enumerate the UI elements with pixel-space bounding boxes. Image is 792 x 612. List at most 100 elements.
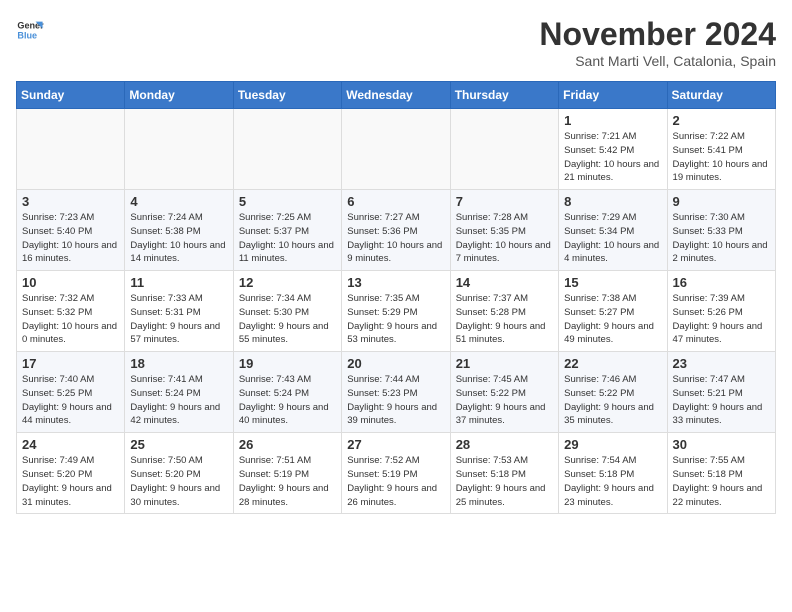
day-number: 7	[456, 194, 553, 209]
calendar-cell: 1 Sunrise: 7:21 AM Sunset: 5:42 PM Daylig…	[559, 109, 667, 190]
week-row-1: 1 Sunrise: 7:21 AM Sunset: 5:42 PM Daylig…	[17, 109, 776, 190]
calendar-cell: 11 Sunrise: 7:33 AM Sunset: 5:31 PM Dayli…	[125, 271, 233, 352]
day-info: Sunrise: 7:43 AM Sunset: 5:24 PM Dayligh…	[239, 373, 336, 428]
calendar-cell	[125, 109, 233, 190]
day-number: 17	[22, 356, 119, 371]
calendar-cell	[17, 109, 125, 190]
day-info: Sunrise: 7:50 AM Sunset: 5:20 PM Dayligh…	[130, 454, 227, 509]
calendar-cell: 6 Sunrise: 7:27 AM Sunset: 5:36 PM Daylig…	[342, 190, 450, 271]
svg-text:Blue: Blue	[17, 30, 37, 40]
calendar-cell: 15 Sunrise: 7:38 AM Sunset: 5:27 PM Dayli…	[559, 271, 667, 352]
day-number: 12	[239, 275, 336, 290]
day-number: 15	[564, 275, 661, 290]
col-thursday: Thursday	[450, 82, 558, 109]
col-tuesday: Tuesday	[233, 82, 341, 109]
day-number: 2	[673, 113, 770, 128]
day-info: Sunrise: 7:24 AM Sunset: 5:38 PM Dayligh…	[130, 211, 227, 266]
calendar-cell: 4 Sunrise: 7:24 AM Sunset: 5:38 PM Daylig…	[125, 190, 233, 271]
day-info: Sunrise: 7:25 AM Sunset: 5:37 PM Dayligh…	[239, 211, 336, 266]
day-number: 4	[130, 194, 227, 209]
day-info: Sunrise: 7:23 AM Sunset: 5:40 PM Dayligh…	[22, 211, 119, 266]
day-info: Sunrise: 7:29 AM Sunset: 5:34 PM Dayligh…	[564, 211, 661, 266]
day-info: Sunrise: 7:49 AM Sunset: 5:20 PM Dayligh…	[22, 454, 119, 509]
day-number: 11	[130, 275, 227, 290]
day-number: 30	[673, 437, 770, 452]
calendar-cell: 27 Sunrise: 7:52 AM Sunset: 5:19 PM Dayli…	[342, 433, 450, 514]
day-number: 22	[564, 356, 661, 371]
calendar-cell: 20 Sunrise: 7:44 AM Sunset: 5:23 PM Dayli…	[342, 352, 450, 433]
day-info: Sunrise: 7:40 AM Sunset: 5:25 PM Dayligh…	[22, 373, 119, 428]
calendar-cell: 7 Sunrise: 7:28 AM Sunset: 5:35 PM Daylig…	[450, 190, 558, 271]
day-number: 18	[130, 356, 227, 371]
calendar-cell: 16 Sunrise: 7:39 AM Sunset: 5:26 PM Dayli…	[667, 271, 775, 352]
day-info: Sunrise: 7:44 AM Sunset: 5:23 PM Dayligh…	[347, 373, 444, 428]
week-row-3: 10 Sunrise: 7:32 AM Sunset: 5:32 PM Dayli…	[17, 271, 776, 352]
day-number: 29	[564, 437, 661, 452]
calendar-cell	[233, 109, 341, 190]
header-row: Sunday Monday Tuesday Wednesday Thursday…	[17, 82, 776, 109]
day-number: 21	[456, 356, 553, 371]
day-info: Sunrise: 7:38 AM Sunset: 5:27 PM Dayligh…	[564, 292, 661, 347]
day-info: Sunrise: 7:30 AM Sunset: 5:33 PM Dayligh…	[673, 211, 770, 266]
calendar-cell: 12 Sunrise: 7:34 AM Sunset: 5:30 PM Dayli…	[233, 271, 341, 352]
calendar-cell: 14 Sunrise: 7:37 AM Sunset: 5:28 PM Dayli…	[450, 271, 558, 352]
col-saturday: Saturday	[667, 82, 775, 109]
page-header: General Blue November 2024 Sant Marti Ve…	[16, 16, 776, 69]
month-year-title: November 2024	[539, 16, 776, 53]
calendar-cell: 2 Sunrise: 7:22 AM Sunset: 5:41 PM Daylig…	[667, 109, 775, 190]
day-info: Sunrise: 7:39 AM Sunset: 5:26 PM Dayligh…	[673, 292, 770, 347]
day-info: Sunrise: 7:53 AM Sunset: 5:18 PM Dayligh…	[456, 454, 553, 509]
calendar-cell: 19 Sunrise: 7:43 AM Sunset: 5:24 PM Dayli…	[233, 352, 341, 433]
calendar-cell: 8 Sunrise: 7:29 AM Sunset: 5:34 PM Daylig…	[559, 190, 667, 271]
day-number: 6	[347, 194, 444, 209]
col-sunday: Sunday	[17, 82, 125, 109]
day-number: 24	[22, 437, 119, 452]
day-number: 1	[564, 113, 661, 128]
day-number: 20	[347, 356, 444, 371]
day-info: Sunrise: 7:27 AM Sunset: 5:36 PM Dayligh…	[347, 211, 444, 266]
day-info: Sunrise: 7:34 AM Sunset: 5:30 PM Dayligh…	[239, 292, 336, 347]
location-subtitle: Sant Marti Vell, Catalonia, Spain	[539, 53, 776, 69]
day-info: Sunrise: 7:52 AM Sunset: 5:19 PM Dayligh…	[347, 454, 444, 509]
day-number: 10	[22, 275, 119, 290]
day-number: 19	[239, 356, 336, 371]
week-row-5: 24 Sunrise: 7:49 AM Sunset: 5:20 PM Dayli…	[17, 433, 776, 514]
day-number: 5	[239, 194, 336, 209]
logo: General Blue	[16, 16, 44, 44]
day-number: 16	[673, 275, 770, 290]
title-block: November 2024 Sant Marti Vell, Catalonia…	[539, 16, 776, 69]
calendar-cell: 18Sunrise: 7:41 AM Sunset: 5:24 PM Dayli…	[125, 352, 233, 433]
day-number: 3	[22, 194, 119, 209]
calendar-table: Sunday Monday Tuesday Wednesday Thursday…	[16, 81, 776, 514]
day-info: Sunrise: 7:33 AM Sunset: 5:31 PM Dayligh…	[130, 292, 227, 347]
day-info: Sunrise: 7:54 AM Sunset: 5:18 PM Dayligh…	[564, 454, 661, 509]
logo-icon: General Blue	[16, 16, 44, 44]
calendar-cell: 21 Sunrise: 7:45 AM Sunset: 5:22 PM Dayli…	[450, 352, 558, 433]
day-info: Sunrise: 7:28 AM Sunset: 5:35 PM Dayligh…	[456, 211, 553, 266]
day-number: 9	[673, 194, 770, 209]
day-info: Sunrise: 7:47 AM Sunset: 5:21 PM Dayligh…	[673, 373, 770, 428]
calendar-cell: 5 Sunrise: 7:25 AM Sunset: 5:37 PM Daylig…	[233, 190, 341, 271]
day-info: Sunrise: 7:21 AM Sunset: 5:42 PM Dayligh…	[564, 130, 661, 185]
day-number: 28	[456, 437, 553, 452]
col-friday: Friday	[559, 82, 667, 109]
calendar-cell: 29 Sunrise: 7:54 AM Sunset: 5:18 PM Dayli…	[559, 433, 667, 514]
calendar-cell: 9 Sunrise: 7:30 AM Sunset: 5:33 PM Daylig…	[667, 190, 775, 271]
calendar-cell: 13Sunrise: 7:35 AM Sunset: 5:29 PM Dayli…	[342, 271, 450, 352]
day-info: Sunrise: 7:22 AM Sunset: 5:41 PM Dayligh…	[673, 130, 770, 185]
day-info: Sunrise: 7:46 AM Sunset: 5:22 PM Dayligh…	[564, 373, 661, 428]
day-info: Sunrise: 7:37 AM Sunset: 5:28 PM Dayligh…	[456, 292, 553, 347]
day-info: Sunrise: 7:55 AM Sunset: 5:18 PM Dayligh…	[673, 454, 770, 509]
col-monday: Monday	[125, 82, 233, 109]
day-number: 26	[239, 437, 336, 452]
day-info: Sunrise: 7:45 AM Sunset: 5:22 PM Dayligh…	[456, 373, 553, 428]
day-number: 8	[564, 194, 661, 209]
day-number: 25	[130, 437, 227, 452]
day-number: 13	[347, 275, 444, 290]
calendar-cell: 24 Sunrise: 7:49 AM Sunset: 5:20 PM Dayli…	[17, 433, 125, 514]
week-row-2: 3 Sunrise: 7:23 AM Sunset: 5:40 PM Daylig…	[17, 190, 776, 271]
day-info: Sunrise: 7:32 AM Sunset: 5:32 PM Dayligh…	[22, 292, 119, 347]
calendar-cell: 26Sunrise: 7:51 AM Sunset: 5:19 PM Dayli…	[233, 433, 341, 514]
day-number: 14	[456, 275, 553, 290]
day-number: 27	[347, 437, 444, 452]
